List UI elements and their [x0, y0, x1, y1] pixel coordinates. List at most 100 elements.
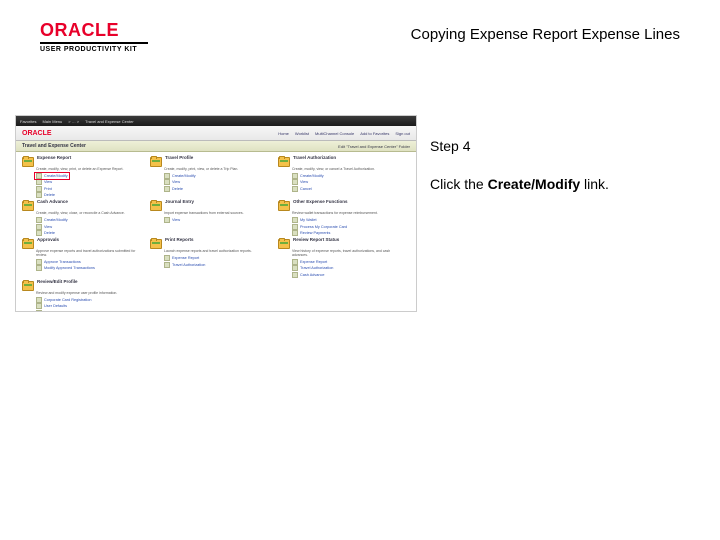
folder-icon — [278, 201, 290, 211]
oracle-logo-block: ORACLE USER PRODUCTIVITY KIT — [40, 20, 148, 53]
section-title[interactable]: Print Reports — [165, 238, 194, 243]
section: Approvals Approve expense reports and tra… — [22, 238, 146, 278]
section-desc: Create, modify, view, close, or reconcil… — [36, 212, 146, 216]
breadcrumb-bar: Favorites Main Menu > … > Travel and Exp… — [16, 116, 416, 126]
instr-post: link. — [580, 176, 609, 192]
section-link[interactable]: Expense Report — [164, 255, 274, 261]
section-links: Expense ReportTravel Authorization — [164, 255, 274, 268]
section-links: My WalletProcess My Corporate CardReview… — [292, 217, 402, 236]
folder-icon — [150, 239, 162, 249]
section-header: Travel and Expense Center Edit "Travel a… — [16, 141, 416, 152]
section-title[interactable]: Review Report Status — [293, 238, 339, 243]
oracle-wordmark: ORACLE — [40, 20, 148, 41]
crumb[interactable]: Main Menu — [42, 119, 62, 124]
section: Travel ProfileCreate, modify, print, vie… — [150, 156, 274, 198]
section-link[interactable]: Cancel — [292, 186, 402, 192]
section-link[interactable]: My Wallet — [292, 217, 402, 223]
section-title: Travel and Expense Center — [22, 143, 86, 149]
section-link[interactable]: Create/Modify — [164, 173, 274, 179]
crumb[interactable]: Favorites — [20, 119, 36, 124]
section-desc: View history of expense reports, travel … — [292, 250, 402, 258]
section-link[interactable]: Travel Authorization — [292, 265, 402, 271]
section-link[interactable]: Delete — [36, 230, 146, 236]
section-link[interactable]: Review Payments — [292, 230, 402, 236]
folder-icon — [150, 157, 162, 167]
crumb: > … > — [68, 119, 79, 124]
section-links: View — [164, 217, 274, 223]
section-head: Journal Entry — [150, 200, 274, 211]
section-head: Print Reports — [150, 238, 274, 249]
section-link[interactable]: Create/Modify — [36, 217, 146, 223]
section-link[interactable]: Process My Corporate Card — [292, 224, 402, 230]
section-head: Other Expense Functions — [278, 200, 402, 211]
section-grid: Expense ReportCreate, modify, view, prin… — [16, 152, 416, 312]
section-title[interactable]: Journal Entry — [165, 200, 194, 205]
section-desc: Approve expense reports and travel autho… — [36, 250, 146, 258]
brand-bar: ORACLE Home Worklist MultiChannel Consol… — [16, 126, 416, 141]
section-link[interactable]: Create/Modify — [292, 173, 402, 179]
section: Other Expense Functions Review wallet tra… — [278, 200, 402, 236]
section: Cash Advance Create, modify, view, close,… — [22, 200, 146, 236]
section-link[interactable]: Cash Advance — [292, 272, 402, 278]
folder-icon — [22, 201, 34, 211]
section-desc: Create, modify, view, or cancel a Travel… — [292, 168, 402, 172]
section-link[interactable]: Delete — [36, 192, 146, 198]
section-head: Travel Authorization — [278, 156, 402, 167]
section-link[interactable]: Approve Transactions — [36, 259, 146, 265]
section: Travel Authorization Create, modify, view… — [278, 156, 402, 198]
section-link[interactable]: Modify Approved Transactions — [36, 265, 146, 271]
section-link[interactable]: View — [292, 179, 402, 185]
section-links: Create/ModifyViewDelete — [164, 173, 274, 192]
section-desc: Review and modify expense user profile i… — [36, 292, 146, 296]
section-link[interactable]: Delete — [164, 186, 274, 192]
nav-home[interactable]: Home — [278, 131, 289, 136]
section-title[interactable]: Travel Authorization — [293, 156, 336, 161]
section-link[interactable]: Travel Authorization — [164, 262, 274, 268]
folder-icon — [278, 157, 290, 167]
crumb[interactable]: Travel and Expense Center — [85, 119, 134, 124]
section-head: Travel Profile — [150, 156, 274, 167]
section-links: Create/ModifyViewCancel — [292, 173, 402, 192]
nav-favorites[interactable]: Add to Favorites — [360, 131, 389, 136]
section-link[interactable]: View — [164, 179, 274, 185]
section-link[interactable]: View — [164, 217, 274, 223]
section-head: Approvals — [22, 238, 146, 249]
section-link[interactable]: Expense Report — [292, 259, 402, 265]
nav-console[interactable]: MultiChannel Console — [315, 131, 354, 136]
section: Journal EntryImport expense transactions… — [150, 200, 274, 236]
section-title[interactable]: Travel Profile — [165, 156, 193, 161]
section: Review Report Status View history of expe… — [278, 238, 402, 278]
navlinks: Home Worklist MultiChannel Console Add t… — [278, 131, 410, 136]
folder-icon — [150, 201, 162, 211]
section-head: Review/Edit Profile — [22, 280, 146, 291]
folder-icon — [22, 239, 34, 249]
section-title[interactable]: Other Expense Functions — [293, 200, 348, 205]
section-link[interactable]: Corporate Card Registration — [36, 297, 146, 303]
section-desc: Launch expense reports and travel author… — [164, 250, 274, 254]
section-link[interactable]: Delegate Entry Authority — [36, 310, 146, 312]
section-edit-link[interactable]: Edit "Travel and Expense Center" Folder — [338, 144, 410, 149]
section: Review/Edit Profile Review and modify exp… — [22, 280, 146, 312]
section-desc: Review wallet transactions for expense r… — [292, 212, 402, 216]
nav-signout[interactable]: Sign out — [395, 131, 410, 136]
section-link[interactable]: User Defaults — [36, 303, 146, 309]
section-title[interactable]: Approvals — [37, 238, 59, 243]
section: Expense ReportCreate, modify, view, prin… — [22, 156, 146, 198]
section-link[interactable]: View — [36, 179, 146, 185]
logo-subtitle: USER PRODUCTIVITY KIT — [40, 46, 148, 53]
section-link[interactable]: View — [36, 224, 146, 230]
step-number: Step 4 — [430, 138, 470, 154]
logo-divider — [40, 42, 148, 44]
section-title[interactable]: Expense Report — [37, 156, 71, 161]
section-head: Cash Advance — [22, 200, 146, 211]
section-title[interactable]: Cash Advance — [37, 200, 68, 205]
section-links: Corporate Card RegistrationUser Defaults… — [36, 297, 146, 312]
nav-worklist[interactable]: Worklist — [295, 131, 309, 136]
section-links: Create/ModifyViewPrintDelete — [36, 173, 146, 199]
create-modify-link[interactable]: Create/Modify — [36, 173, 146, 179]
section-title[interactable]: Review/Edit Profile — [37, 280, 78, 285]
section-link[interactable]: Print — [36, 186, 146, 192]
section-links: Create/ModifyViewDelete — [36, 217, 146, 236]
app-screenshot: Favorites Main Menu > … > Travel and Exp… — [15, 115, 417, 312]
folder-icon — [22, 157, 34, 167]
